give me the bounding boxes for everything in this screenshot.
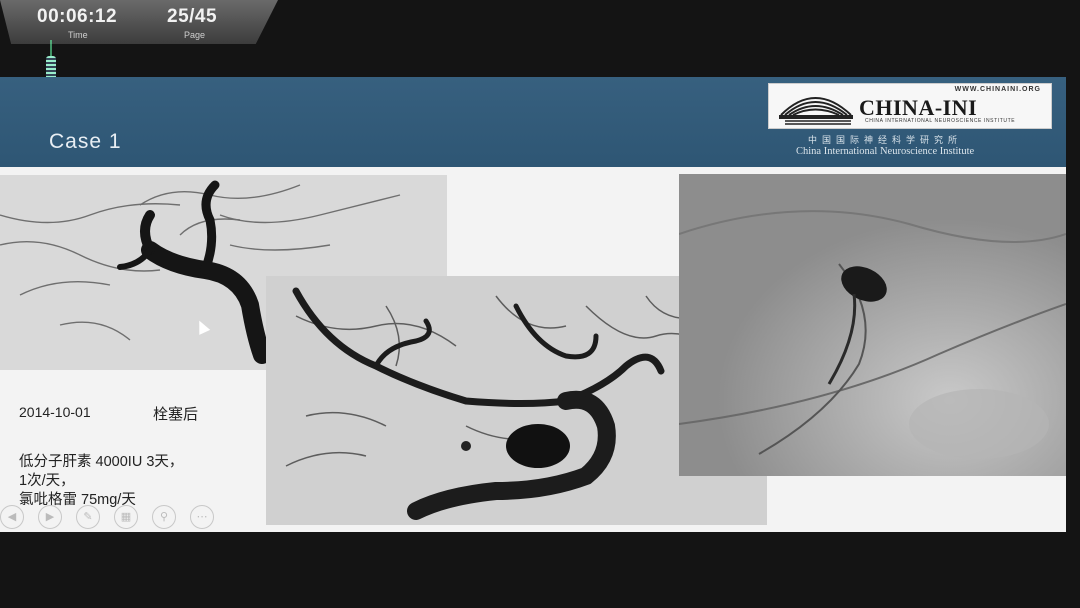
logo-subline: CHINA INTERNATIONAL NEUROSCIENCE INSTITU… xyxy=(865,118,1016,124)
page-counter: 25/45 xyxy=(167,6,218,27)
logo-chinese-name: 中国国际神经科学研究所 xyxy=(808,135,963,145)
slide-title: Case 1 xyxy=(49,130,122,153)
pen-icon[interactable]: ✎ xyxy=(76,505,100,529)
player-status-overlay: 00:06:12 Time 25/45 Page xyxy=(0,0,278,44)
logo-url: WWW.CHINAINI.ORG xyxy=(954,86,1041,93)
slide-header: Case 1 WWW.CHINAINI.ORG CHINA-INI CHINA … xyxy=(0,77,1066,167)
institute-logo: WWW.CHINAINI.ORG CHINA-INI CHINA INTERNA… xyxy=(768,83,1052,129)
page-counter-label: Page xyxy=(184,30,206,40)
prev-icon[interactable]: ◀ xyxy=(0,505,24,529)
elapsed-time: 00:06:12 xyxy=(37,6,118,27)
presentation-slide: Case 1 WWW.CHINAINI.ORG CHINA-INI CHINA … xyxy=(0,77,1066,532)
next-icon[interactable]: ▶ xyxy=(38,505,62,529)
slideshow-controls: ◀ ▶ ✎ ▦ ⚲ ⋯ xyxy=(0,505,214,529)
logo-english-name: China International Neuroscience Institu… xyxy=(796,146,975,157)
case-date: 2014-10-01 xyxy=(19,404,91,420)
fluoroscopy-image xyxy=(679,174,1066,476)
treatment-text: 低分子肝素 4000IU 3天， 1次/天， 氯吡格雷 75mg/天 xyxy=(19,453,183,510)
brain-logo-icon xyxy=(779,97,853,125)
slides-icon[interactable]: ▦ xyxy=(114,505,138,529)
case-diagnosis: 栓塞后 xyxy=(153,406,199,423)
zoom-icon[interactable]: ⚲ xyxy=(152,505,176,529)
treatment-line: 1次/天， xyxy=(19,473,75,489)
elapsed-time-label: Time xyxy=(68,30,88,40)
more-icon[interactable]: ⋯ xyxy=(190,505,214,529)
treatment-line: 低分子肝素 4000IU 3天， xyxy=(19,454,184,470)
